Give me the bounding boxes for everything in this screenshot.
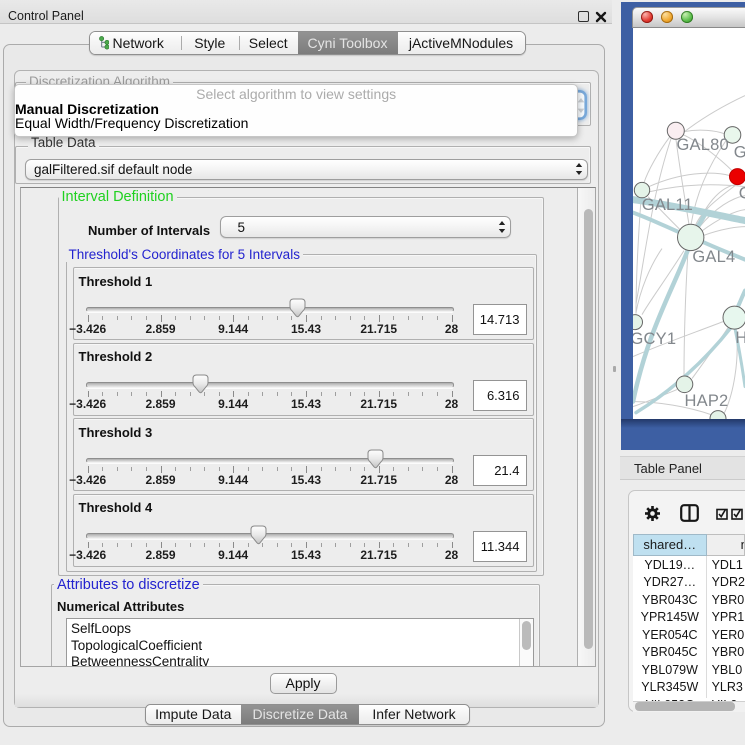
- svg-text:HAP2: HAP2: [685, 392, 729, 410]
- svg-text:GA: GA: [734, 143, 745, 161]
- svg-text:GCY1: GCY1: [633, 330, 676, 348]
- svg-text:H: H: [735, 329, 745, 347]
- svg-text:GAL4: GAL4: [692, 248, 735, 266]
- svg-text:GAL11: GAL11: [642, 196, 693, 214]
- svg-text:GAL80: GAL80: [677, 136, 729, 154]
- svg-text:C: C: [739, 184, 745, 202]
